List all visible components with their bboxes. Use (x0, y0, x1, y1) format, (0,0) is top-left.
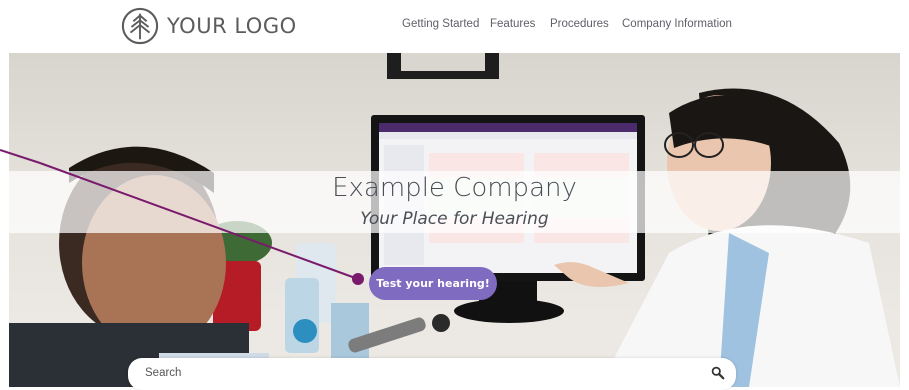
search-input[interactable] (145, 363, 685, 383)
main-nav: Getting Started Features Procedures Comp… (0, 18, 909, 34)
test-hearing-button[interactable]: Test your hearing! (369, 267, 497, 300)
hero-banner: Example Company Your Place for Hearing T… (9, 53, 900, 387)
nav-features[interactable]: Features (490, 18, 535, 30)
search-bar (128, 358, 736, 390)
nav-procedures[interactable]: Procedures (550, 18, 609, 30)
hero-tagline: Your Place for Hearing (360, 209, 549, 229)
hero-title: Example Company (332, 173, 577, 203)
nav-company-information[interactable]: Company Information (622, 18, 732, 30)
search-icon[interactable] (711, 366, 725, 380)
nav-getting-started[interactable]: Getting Started (402, 18, 479, 30)
site-header: YOUR LOGO Getting Started Features Proce… (0, 0, 909, 52)
